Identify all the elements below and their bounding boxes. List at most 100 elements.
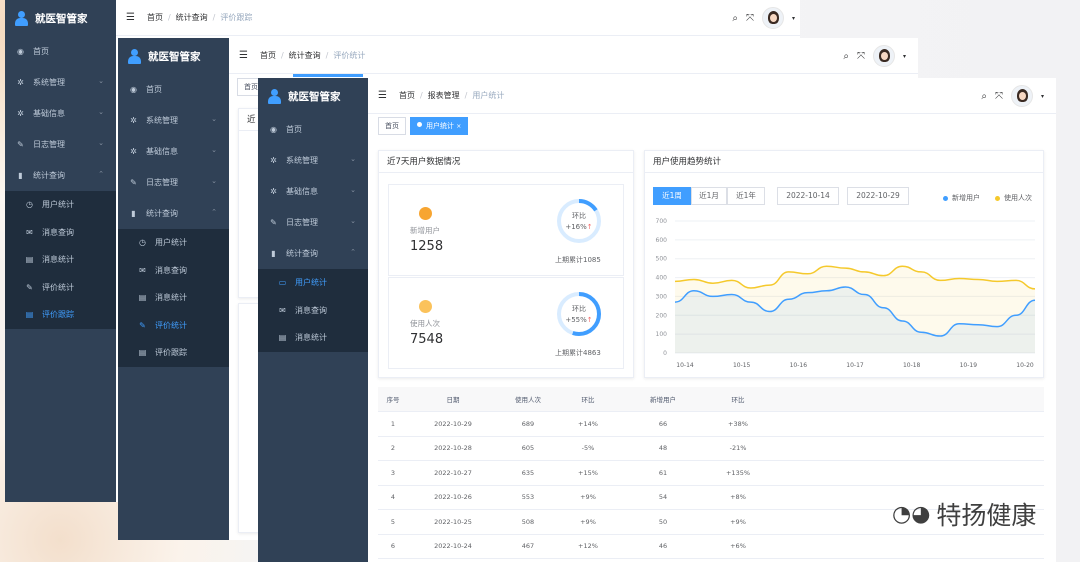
sidebar-item-gear[interactable]: ✲ 系统管理 ⌄: [258, 145, 368, 176]
range-week-button[interactable]: 近1周: [653, 187, 691, 205]
mail-icon: ✉: [279, 305, 286, 315]
sidebar-item-edit[interactable]: ✎ 日志管理 ⌄: [5, 129, 116, 160]
avatar[interactable]: [1010, 85, 1033, 107]
sidebar-item-gear[interactable]: ✲ 系统管理 ⌄: [5, 67, 116, 98]
sidebar-item-chart[interactable]: ▮ 统计查询 ⌃: [5, 160, 116, 191]
table-header-cell: 序号: [386, 396, 400, 404]
submenu-item[interactable]: ✎ 评价统计: [118, 312, 229, 340]
table-row: 2 2022-10-28 605 -5% 48 -21%: [378, 437, 1044, 461]
ratio-value: +16%: [565, 223, 587, 231]
fullscreen-icon[interactable]: ⤧: [746, 13, 754, 24]
legend-dot: [995, 195, 1000, 201]
sidebar-item-dashboard[interactable]: ◉ 首页: [5, 36, 116, 67]
submenu-item[interactable]: ◷ 用户统计: [5, 191, 116, 219]
submenu-item[interactable]: ▤ 消息统计: [118, 284, 229, 312]
toolbar: ⌕ ⤧ ▾: [843, 45, 906, 67]
active-tag-indicator: [293, 74, 363, 77]
stat-label: 新增用户: [410, 226, 440, 235]
stat-value: 7548: [410, 332, 444, 347]
sidebar-item-edit[interactable]: ✎ 日志管理 ⌄: [118, 167, 229, 198]
trend-card: 用户使用趋势统计 近1周 近1月 近1年 2022-10-14 2022-10-…: [644, 150, 1044, 378]
doc-icon: ▤: [138, 348, 147, 358]
search-icon[interactable]: ⌕: [981, 91, 987, 102]
table-header-cell: 日期: [446, 396, 460, 404]
close-icon[interactable]: ×: [456, 123, 461, 130]
submenu-item[interactable]: ▭ 用户统计: [258, 269, 368, 297]
range-month-button[interactable]: 近1月: [691, 187, 727, 205]
tags-view: 首页 用户统计 ×: [368, 115, 469, 137]
sidebar-item-gear[interactable]: ✲ 基础信息 ⌄: [118, 136, 229, 167]
table-cell: 2022-10-27: [434, 468, 472, 477]
caret-down-icon[interactable]: ▾: [903, 53, 906, 60]
stat-label: 使用人次: [410, 319, 440, 328]
tag-label: 用户统计: [426, 122, 454, 130]
table-cell: 61: [658, 468, 668, 477]
submenu-item[interactable]: ▤ 评价跟踪: [118, 339, 229, 367]
submenu-item-label: 消息统计: [295, 333, 327, 343]
table-header-cell: 环比: [581, 396, 595, 404]
submenu-item-label: 用户统计: [295, 278, 327, 288]
table-cell: 2022-10-25: [434, 517, 472, 526]
hamburger-icon[interactable]: ☰: [239, 50, 248, 61]
breadcrumb-item[interactable]: 统计查询: [176, 13, 208, 22]
search-icon[interactable]: ⌕: [732, 13, 738, 24]
submenu-item[interactable]: ✎ 评价统计: [5, 274, 116, 302]
avatar[interactable]: [872, 45, 895, 67]
table-cell: 66: [658, 419, 668, 428]
brand-name: 就医智管家: [35, 12, 88, 25]
sidebar-item-chart[interactable]: ▮ 统计查询 ⌃: [258, 238, 368, 269]
sidebar-item-chart[interactable]: ▮ 统计查询 ⌃: [118, 198, 229, 229]
sidebar-item-label: 系统管理: [33, 78, 65, 87]
doc-icon: ▤: [25, 255, 34, 265]
table-cell: 689: [521, 419, 535, 428]
hamburger-icon[interactable]: ☰: [126, 12, 135, 23]
tag-home[interactable]: 首页: [378, 117, 406, 135]
sidebar-item-gear[interactable]: ✲ 基础信息 ⌄: [5, 98, 116, 129]
hamburger-icon[interactable]: ☰: [378, 90, 387, 101]
mail-icon: ✉: [139, 265, 146, 275]
submenu-item[interactable]: ✉ 消息查询: [258, 297, 368, 325]
sidebar-item-edit[interactable]: ✎ 日志管理 ⌄: [258, 207, 368, 238]
sidebar-item-label: 首页: [146, 85, 162, 94]
clock-icon: ◷: [26, 200, 33, 210]
submenu-item-label: 评价统计: [42, 282, 74, 292]
submenu-item[interactable]: ▤ 消息统计: [258, 324, 368, 352]
sidebar-item-gear[interactable]: ✲ 系统管理 ⌄: [118, 105, 229, 136]
chevron-down-icon: ⌄: [98, 108, 104, 116]
sidebar: 就医智管家 ◉ 首页 ✲ 系统管理 ⌄ ✲ 基础信息 ⌄ ✎ 日志管理 ⌄ ▮ 统计查询 ⌃ ◷ 用户统计 ✉…: [5, 0, 116, 502]
submenu-item[interactable]: ✉ 消息查询: [118, 257, 229, 285]
avatar[interactable]: [761, 7, 784, 29]
date-to-picker[interactable]: 2022-10-29: [847, 187, 909, 205]
sidebar-item-dashboard[interactable]: ◉ 首页: [258, 114, 368, 145]
legend-dot: [943, 195, 948, 201]
legend-item: 新增用户: [943, 193, 980, 203]
date-from-picker[interactable]: 2022-10-14: [777, 187, 839, 205]
stats-card: 近7天用户数据情况 新增用户 1258 环比 +16%↑ 上期累计1085 使用人…: [378, 150, 634, 378]
breadcrumb-home[interactable]: 首页: [399, 91, 415, 100]
submenu-item[interactable]: ▤ 消息统计: [5, 246, 116, 274]
mail-icon: ✉: [26, 227, 33, 237]
submenu-item[interactable]: ▤ 评价跟踪: [5, 301, 116, 329]
sidebar-item-dashboard[interactable]: ◉ 首页: [118, 74, 229, 105]
fullscreen-icon[interactable]: ⤧: [995, 91, 1003, 102]
search-icon[interactable]: ⌕: [843, 51, 849, 62]
dashboard-icon: ◉: [130, 85, 137, 94]
breadcrumb: 首页 / 报表管理 / 用户统计: [398, 91, 505, 100]
range-year-button[interactable]: 近1年: [727, 187, 765, 205]
sidebar: 就医智管家 ◉ 首页 ✲ 系统管理 ⌄ ✲ 基础信息 ⌄ ✎ 日志管理 ⌄ ▮ 统计查询 ⌃ ◷ 用户统计 ✉…: [118, 38, 229, 540]
breadcrumb-home[interactable]: 首页: [260, 51, 276, 60]
caret-down-icon[interactable]: ▾: [792, 15, 795, 22]
stat-usage: 使用人次 7548 环比 +55%↑ 上期累计4863: [388, 277, 624, 369]
x-tick-label: 10-15: [733, 362, 751, 369]
table-cell: +8%: [730, 493, 746, 502]
tag-user-stats[interactable]: 用户统计 ×: [410, 117, 469, 135]
fullscreen-icon[interactable]: ⤧: [857, 51, 865, 62]
breadcrumb-home[interactable]: 首页: [147, 13, 163, 22]
breadcrumb-item[interactable]: 统计查询: [289, 51, 321, 60]
submenu-item[interactable]: ◷ 用户统计: [118, 229, 229, 257]
caret-down-icon[interactable]: ▾: [1041, 93, 1044, 100]
sidebar-item-gear[interactable]: ✲ 基础信息 ⌄: [258, 176, 368, 207]
submenu-item[interactable]: ✉ 消息查询: [5, 219, 116, 247]
breadcrumb-item[interactable]: 报表管理: [428, 91, 460, 100]
brand-name: 就医智管家: [288, 90, 341, 103]
